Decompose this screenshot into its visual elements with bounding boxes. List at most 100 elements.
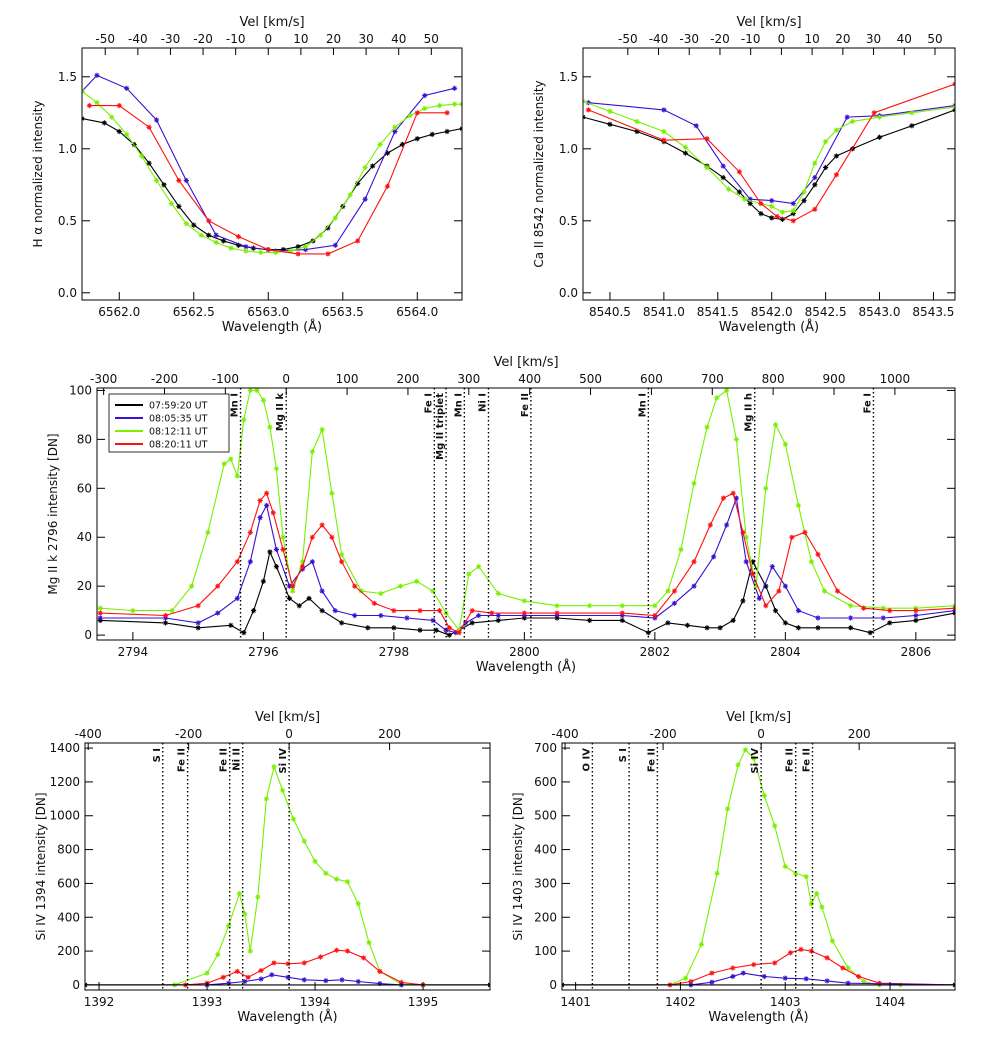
x-tick-label: 8541.0 [643,305,685,319]
series-1-point [213,232,219,238]
series-3-point [887,608,893,614]
series-0-point [414,136,420,142]
series-2-point [130,608,136,614]
y-tick-label: 20 [77,579,92,593]
series-0-point [301,838,307,844]
top-axis-title: Vel [km/s] [736,15,801,30]
series-0-point [829,938,835,944]
series-0-point [867,630,873,636]
series-0-point [698,941,704,947]
series-0-line [82,118,462,251]
series-2-point [824,978,830,984]
series-0-point [195,625,201,631]
series-1-line [100,497,955,634]
series-2-point [213,239,219,245]
x-axis-title: Wavelength (Å) [237,1009,337,1025]
x-tick-label: 8542.0 [751,305,793,319]
series-1-point [913,612,919,619]
y-tick-label: 1000 [49,809,80,823]
top-tick-label: -30 [679,32,699,46]
top-tick-label: 20 [326,32,341,46]
series-0-point [815,625,821,631]
series-2-point [378,590,384,597]
series-2-point [339,977,345,983]
series-1-point [257,515,263,521]
series-1-point [772,960,778,966]
axes-frame [84,742,491,991]
series-2-point [198,232,204,238]
series-group [82,72,462,257]
y-tick-label: 100 [534,944,557,958]
series-3-point [740,529,746,535]
top-tick-label: -50 [618,32,638,46]
series-1-point [94,72,100,78]
x-tick-label: 8542.5 [805,305,847,319]
series-2-point [329,490,335,496]
top-tick-label: 20 [835,32,850,46]
series-group [85,764,490,988]
series-1-point [812,175,818,181]
series-3-point [446,625,452,631]
series-3-point [319,522,325,528]
top-tick-label: 0 [778,32,786,46]
y-tick-label: 40 [77,530,92,544]
series-0-point [280,787,286,793]
series-1-point [344,948,351,954]
series-3-point [554,610,560,616]
series-1-point [362,196,368,202]
top-tick-label: -200 [175,727,202,741]
series-0-point [469,620,475,626]
series-2-point [619,603,625,609]
top-tick-label: 40 [897,32,912,46]
y-tick-label: 0.0 [58,286,77,300]
series-3-point [352,583,358,589]
series-2-point [221,461,227,467]
series-1-point [220,974,226,980]
series-0-point [808,901,815,907]
series-1-point [195,620,201,626]
series-1-line [85,949,490,986]
series-2-point [833,127,839,133]
series-1-point [273,546,280,553]
series-2-point [241,417,247,423]
series-2-point [228,245,234,251]
spectral-line-label: Fe II [177,748,188,772]
spectral-line-label: Fe II [646,748,657,772]
y-tick-label: 0 [72,978,80,992]
series-2-point [554,603,560,609]
series-2-point [243,248,249,254]
series-1-point [124,85,130,91]
series-2-point [724,388,730,394]
y-axis-title: Mg II k 2796 intensity [DN] [46,433,60,594]
series-2-point [317,232,324,238]
series-2-point [189,583,195,589]
series-3-point [215,583,221,589]
series-2-point [466,571,472,577]
y-tick-label: 400 [57,910,80,924]
series-2-point [347,192,353,198]
series-2-point [665,588,671,594]
x-tick-label: 2802 [640,645,671,659]
series-0-line [583,109,955,220]
top-tick-label: 100 [336,372,359,386]
series-2-point [355,978,361,985]
series-1-point [378,612,384,619]
spectral-line-label: Mg II triplet [435,393,446,460]
series-3-point [776,588,782,594]
series-2-point [795,502,802,509]
series-1-point [334,947,340,953]
series-2-point [273,466,280,472]
series-0-point [162,620,169,626]
top-tick-label: 200 [848,727,871,741]
chart-mg2796: Mn I Mg II k Fe I Mg II triplet Mn I Ni I Fe I… [46,355,956,675]
y-axis-title: Ca II 8542 normalized intensity [532,80,546,267]
top-tick-label: 600 [640,372,663,386]
series-1-point [787,950,794,956]
top-tick-label: -40 [649,32,669,46]
top-tick-label: 0 [282,372,290,386]
series-1-point [844,114,850,120]
x-axis-title: Wavelength (Å) [222,319,322,335]
series-2-point [234,473,240,479]
y-tick-label: 0 [549,978,557,992]
series-2-point [437,103,443,109]
